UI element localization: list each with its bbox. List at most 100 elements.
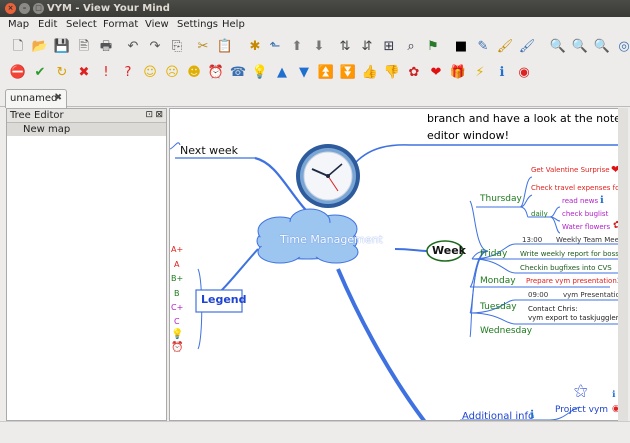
- legend-c[interactable]: C: [174, 317, 180, 326]
- smiley-omg-icon[interactable]: ☻: [185, 64, 203, 82]
- central-node-time-management[interactable]: Time Management: [280, 233, 383, 246]
- add-branch-above-icon[interactable]: ⬑: [266, 38, 284, 56]
- question-icon[interactable]: ?: [119, 64, 137, 82]
- refresh-icon[interactable]: ↻: [53, 64, 71, 82]
- close-window-button[interactable]: ×: [5, 3, 16, 14]
- lifebelt-icon[interactable]: ◉: [515, 64, 533, 82]
- maximize-window-button[interactable]: □: [33, 3, 44, 14]
- day-friday[interactable]: Friday: [480, 249, 507, 259]
- minimize-window-button[interactable]: –: [19, 3, 30, 14]
- find-icon[interactable]: ⌕: [402, 38, 420, 56]
- add-branch-icon[interactable]: ✱: [246, 38, 264, 56]
- top-note-line1[interactable]: branch and have a look at the note: [427, 112, 621, 125]
- rose-icon[interactable]: ✿: [405, 64, 423, 82]
- tab-unnamed[interactable]: unnamed ✖: [5, 89, 67, 108]
- format-copy-icon[interactable]: 🖌: [496, 38, 514, 56]
- color-square-icon[interactable]: ■: [452, 38, 470, 56]
- arrow-down-icon[interactable]: ▼: [295, 64, 313, 82]
- exclamation-icon[interactable]: !: [97, 64, 115, 82]
- branch-week[interactable]: Week: [432, 244, 466, 257]
- center-icon[interactable]: ◎: [615, 38, 630, 56]
- arrow-up-double-icon[interactable]: ⏫: [317, 64, 335, 82]
- item-daily[interactable]: daily: [531, 210, 548, 218]
- lamp-icon[interactable]: 💡: [251, 64, 269, 82]
- item-contact-chris[interactable]: Contact Chris:: [528, 305, 578, 313]
- item-team-meeting[interactable]: Weekly Team Meeti: [556, 236, 624, 244]
- new-file-icon[interactable]: 🗋: [9, 38, 27, 56]
- cut-icon[interactable]: ✂: [194, 38, 212, 56]
- branch-legend[interactable]: Legend: [201, 293, 247, 306]
- branch-next-week[interactable]: Next week: [180, 144, 238, 157]
- export-icon[interactable]: 🖹: [75, 38, 93, 56]
- zoom-reset-icon[interactable]: 🔍: [593, 38, 611, 56]
- menu-select[interactable]: Select: [66, 19, 97, 30]
- phone-icon[interactable]: ☎: [229, 64, 247, 82]
- mindmap-canvas[interactable]: branch and have a look at the note edito…: [169, 108, 628, 421]
- tab-close-icon[interactable]: ✖: [54, 90, 62, 107]
- sort-asc-icon[interactable]: ⇅: [336, 38, 354, 56]
- menu-format[interactable]: Format: [103, 19, 138, 30]
- paste-icon[interactable]: 📋: [216, 38, 234, 56]
- item-weekly-report[interactable]: Write weekly report for boss: [520, 250, 619, 258]
- stop-icon[interactable]: ⛔: [9, 64, 27, 82]
- menu-map[interactable]: Map: [8, 19, 29, 30]
- legend-b-plus[interactable]: B+: [171, 274, 183, 283]
- item-read-news[interactable]: read news: [562, 197, 598, 205]
- day-thursday[interactable]: Thursday: [480, 194, 522, 204]
- canvas-vertical-scrollbar[interactable]: [618, 108, 628, 421]
- thumb-up-icon[interactable]: 👍: [361, 64, 379, 82]
- thumb-down-icon[interactable]: 👎: [383, 64, 401, 82]
- menu-view[interactable]: View: [145, 19, 169, 30]
- move-down-icon[interactable]: ⬇: [310, 38, 328, 56]
- legend-a-plus[interactable]: A+: [171, 245, 183, 254]
- move-up-icon[interactable]: ⬆: [288, 38, 306, 56]
- item-project-vym[interactable]: Project vym: [555, 405, 608, 415]
- branch-additional-info[interactable]: Additional info: [462, 411, 534, 420]
- top-note-line2[interactable]: editor window!: [427, 129, 509, 142]
- clock-icon[interactable]: ⏰: [207, 64, 225, 82]
- item-check-buglist[interactable]: check buglist: [562, 210, 608, 218]
- item-valentine[interactable]: Get Valentine Surprise: [531, 166, 610, 174]
- item-travel-expenses[interactable]: Check travel expenses for: [531, 184, 622, 192]
- zoom-out-icon[interactable]: 🔍: [571, 38, 589, 56]
- info-icon[interactable]: ℹ: [493, 64, 511, 82]
- item-vym-presentation[interactable]: vym Presentation: [563, 291, 624, 299]
- menu-help[interactable]: Help: [222, 19, 245, 30]
- copy-icon[interactable]: ⎘: [168, 38, 186, 56]
- smiley-good-icon[interactable]: ☺: [141, 64, 159, 82]
- heart-icon[interactable]: ❤: [427, 64, 445, 82]
- legend-c-plus[interactable]: C+: [171, 303, 183, 312]
- legend-b[interactable]: B: [174, 289, 180, 298]
- smiley-neutral-icon[interactable]: ☹: [163, 64, 181, 82]
- friday-time[interactable]: 13:00: [522, 236, 542, 244]
- present-icon[interactable]: 🎁: [449, 64, 467, 82]
- legend-a[interactable]: A: [174, 260, 179, 269]
- close-panel-icon[interactable]: ⊠: [155, 109, 163, 122]
- sort-desc-icon[interactable]: ⇵: [358, 38, 376, 56]
- redo-icon[interactable]: ↷: [146, 38, 164, 56]
- print-icon[interactable]: 🖶: [97, 38, 115, 56]
- item-water-flowers[interactable]: Water flowers: [562, 223, 610, 231]
- menu-edit[interactable]: Edit: [38, 19, 57, 30]
- map-view-icon[interactable]: ⊞: [380, 38, 398, 56]
- item-prepare-presentation[interactable]: Prepare vym presentation: [526, 277, 617, 285]
- arrow-up-icon[interactable]: ▲: [273, 64, 291, 82]
- pick-color-icon[interactable]: ✎: [474, 38, 492, 56]
- float-panel-icon[interactable]: ⊡: [145, 109, 153, 122]
- day-wednesday[interactable]: Wednesday: [480, 326, 532, 336]
- day-tuesday[interactable]: Tuesday: [480, 302, 517, 312]
- tuesday-time[interactable]: 09:00: [528, 291, 548, 299]
- zoom-in-icon[interactable]: 🔍: [549, 38, 567, 56]
- tree-item-new-map[interactable]: New map: [7, 123, 166, 136]
- cross-icon[interactable]: ✖: [75, 64, 93, 82]
- open-folder-icon[interactable]: 📂: [31, 38, 49, 56]
- save-icon[interactable]: 💾: [53, 38, 71, 56]
- item-export-taskjuggler[interactable]: vym export to taskjuggler: [528, 314, 619, 322]
- flash-icon[interactable]: ⚡: [471, 64, 489, 82]
- format-paste-icon[interactable]: 🖌: [518, 38, 536, 56]
- item-checkin-bugfixes[interactable]: Checkin bugfixes into CVS: [520, 264, 612, 272]
- menu-settings[interactable]: Settings: [177, 19, 218, 30]
- undo-icon[interactable]: ↶: [124, 38, 142, 56]
- arrow-down-double-icon[interactable]: ⏬: [339, 64, 357, 82]
- flag-icon[interactable]: ⚑: [424, 38, 442, 56]
